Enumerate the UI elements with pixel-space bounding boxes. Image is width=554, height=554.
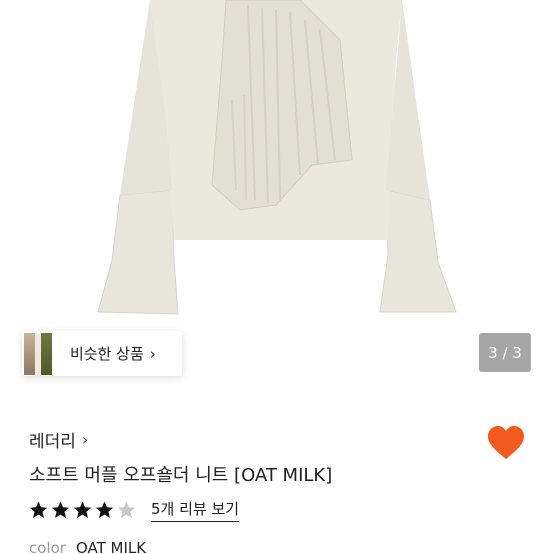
similar-products-label: 비슷한 상품	[70, 345, 144, 363]
brand-name: 레더리	[29, 432, 76, 452]
color-option-row: color OAT MILK	[29, 539, 146, 554]
heart-icon[interactable]	[487, 425, 525, 461]
review-link[interactable]: 5개 리뷰 보기	[151, 498, 240, 522]
similar-products-button[interactable]: 비슷한 상품 ›	[22, 331, 182, 376]
chevron-right-icon: ›	[81, 430, 89, 449]
brand-link[interactable]: 레더리 ›	[29, 427, 88, 452]
star-filled-icon	[51, 501, 70, 518]
star-filled-icon	[95, 501, 114, 518]
similar-product-thumbnail	[24, 332, 52, 375]
product-title: 소프트 머플 오프숄더 니트 [OAT MILK]	[29, 465, 333, 486]
image-page-indicator: 3 / 3	[479, 333, 531, 372]
star-filled-icon	[29, 501, 48, 518]
chevron-right-icon: ›	[149, 344, 156, 363]
rating-stars	[29, 501, 139, 519]
star-empty-icon	[117, 501, 136, 518]
color-value: OAT MILK	[75, 539, 147, 554]
color-label: color	[29, 539, 66, 554]
star-filled-icon	[73, 501, 92, 518]
rating-row: 5개 리뷰 보기	[29, 498, 240, 522]
